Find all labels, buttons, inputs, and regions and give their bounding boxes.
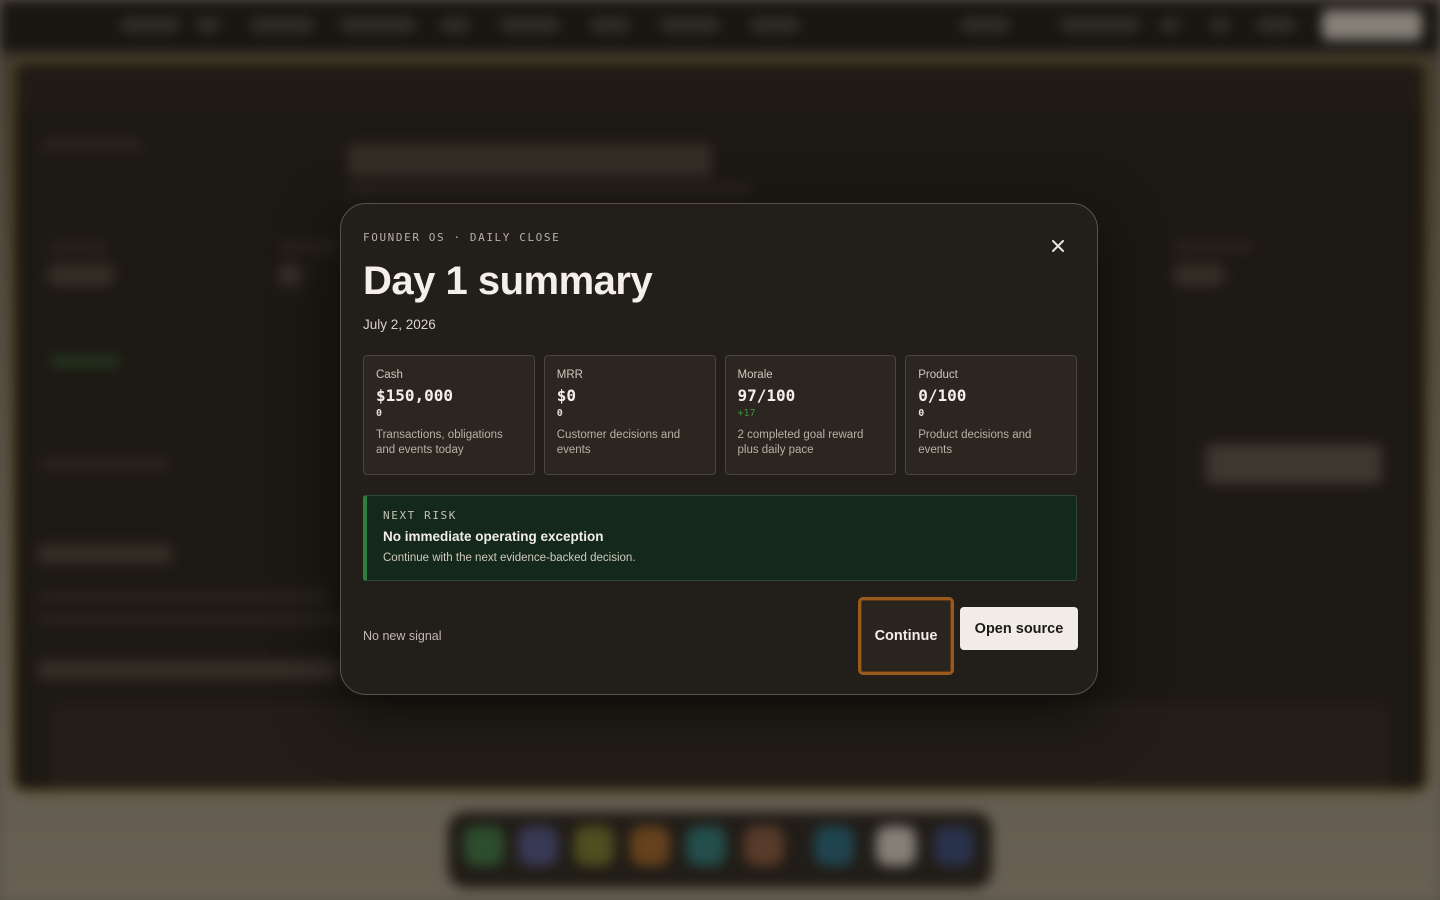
continue-button[interactable]: Continue: [858, 597, 954, 675]
close-icon: [1052, 240, 1064, 252]
metrics-grid: Cash $150,000 0 Transactions, obligation…: [363, 355, 1077, 475]
metric-delta: 0: [918, 408, 925, 419]
metric-value: $150,000: [376, 386, 454, 405]
risk-title: No immediate operating exception: [383, 529, 604, 544]
metric-description: Customer decisions and events: [556, 429, 681, 456]
metric-card-mrr: MRR $0 0 Customer decisions and events: [543, 355, 716, 475]
metric-description: Product decisions and events: [918, 429, 1032, 456]
close-button[interactable]: [1045, 233, 1071, 259]
metric-value: $0: [556, 386, 577, 405]
metric-description: 2 completed goal reward plus daily pace: [737, 429, 864, 456]
metric-label: Product: [918, 369, 958, 381]
metric-value: 0/100: [918, 386, 967, 405]
modal-eyebrow: FOUNDER OS · DAILY CLOSE: [363, 231, 561, 244]
metric-value: 97/100: [737, 386, 796, 405]
modal-title: Day 1 summary: [363, 259, 653, 303]
signal-status: No new signal: [363, 629, 442, 643]
risk-eyebrow: NEXT RISK: [383, 509, 458, 522]
metric-label: MRR: [556, 369, 583, 381]
open-source-button[interactable]: Open source: [960, 607, 1078, 650]
metric-card-product: Product 0/100 0 Product decisions and ev…: [905, 355, 1077, 475]
metric-card-cash: Cash $150,000 0 Transactions, obligation…: [363, 355, 535, 475]
metric-card-morale: Morale 97/100 +17 2 completed goal rewar…: [724, 355, 897, 475]
metric-description: Transactions, obligations and events tod…: [376, 429, 503, 456]
daily-summary-modal: FOUNDER OS · DAILY CLOSE Day 1 summary J…: [340, 203, 1098, 695]
next-risk-callout: NEXT RISK No immediate operating excepti…: [363, 495, 1077, 581]
metric-delta: 0: [556, 408, 563, 419]
metric-label: Morale: [737, 369, 773, 381]
metric-label: Cash: [376, 369, 403, 381]
modal-date: July 2, 2026: [363, 317, 436, 332]
metric-delta: 0: [376, 408, 383, 419]
metric-delta: +17: [737, 408, 756, 419]
risk-body: Continue with the next evidence-backed d…: [383, 552, 636, 564]
